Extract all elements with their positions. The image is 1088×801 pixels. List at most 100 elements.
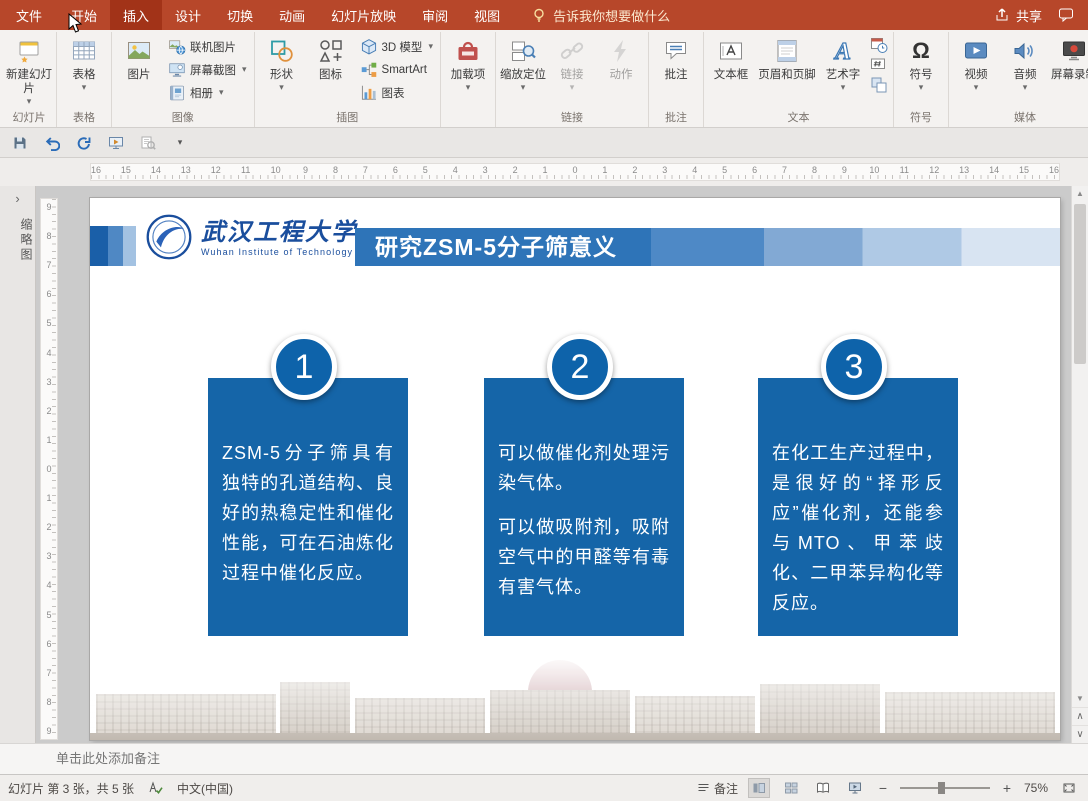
3d-models-button[interactable]: 3D 模型 ▾: [356, 35, 437, 58]
shapes-button[interactable]: 形状 ▾: [258, 33, 306, 109]
smartart-button[interactable]: SmartArt: [356, 58, 437, 81]
comments-icon[interactable]: [1058, 7, 1074, 23]
ruler-number: 5: [46, 609, 52, 620]
share-button[interactable]: 共享: [994, 6, 1042, 25]
table-icon: [71, 36, 97, 66]
notes-toggle-button[interactable]: 备注: [697, 780, 738, 797]
date-time-button[interactable]: [868, 35, 890, 55]
ruler-number: 7: [782, 165, 788, 175]
next-slide-button[interactable]: ∨: [1072, 725, 1088, 743]
card-paragraph: 可以做吸附剂，吸附空气中的甲醛等有毒有害气体。: [498, 517, 670, 597]
expand-thumbnails-chevron-icon[interactable]: ›: [0, 191, 35, 206]
slide-canvas[interactable]: 武汉工程大学 Wuhan Institute of Technology 研究Z…: [90, 198, 1060, 740]
ruler-number: 4: [46, 580, 52, 591]
tab-view[interactable]: 视图: [461, 0, 513, 30]
zoom-slider[interactable]: [899, 782, 990, 794]
step-circle-1[interactable]: 1: [271, 334, 337, 400]
tab-animations[interactable]: 动画: [266, 0, 318, 30]
video-icon: [963, 36, 989, 66]
online-pictures-button[interactable]: 联机图片: [164, 35, 251, 58]
date-time-icon: [870, 38, 888, 53]
header-footer-button[interactable]: 页眉和页脚: [756, 33, 818, 109]
addins-button[interactable]: 加载项 ▾: [444, 33, 492, 109]
slide-number-button[interactable]: [868, 55, 890, 75]
undo-button[interactable]: [42, 133, 62, 153]
link-button[interactable]: 链接 ▾: [548, 33, 596, 109]
slide-counter[interactable]: 幻灯片 第 3 张，共 5 张: [8, 780, 134, 797]
wordart-button[interactable]: A 艺术字 ▾: [819, 33, 867, 109]
table-button[interactable]: 表格 ▾: [60, 33, 108, 109]
redo-button[interactable]: [74, 133, 94, 153]
horizontal-ruler-numbers: 16 15 14 13 12 11 10 9 8 7 6 5 4 3 2 1 0 1 2 3 4 5 6 7 8 9 10 11 12 1…: [90, 165, 1060, 175]
spellcheck-icon[interactable]: [148, 781, 163, 795]
dropdown-caret-icon: ▾: [918, 82, 924, 92]
text-box-button[interactable]: 文本框: [707, 33, 755, 109]
photo-album-button[interactable]: 相册 ▾: [164, 81, 251, 104]
ruler-number: 13: [180, 165, 191, 175]
zoom-in-button[interactable]: +: [1000, 780, 1014, 796]
save-button[interactable]: [10, 133, 30, 153]
tab-file[interactable]: 文件: [0, 0, 58, 30]
scrollbar-thumb[interactable]: [1074, 204, 1086, 364]
group-name-tables: 表格: [73, 112, 95, 124]
qat-dropdown-caret[interactable]: ▾: [170, 133, 190, 153]
screenshot-label: 屏幕截图: [190, 64, 236, 77]
ruler-number: 1: [602, 165, 608, 175]
audio-icon: [1012, 36, 1038, 66]
content-card-3[interactable]: 在化工生产过程中，是很好的“择形反应”催化剂，还能参与MTO、甲苯歧化、二甲苯异…: [758, 378, 958, 636]
mouse-cursor: [68, 13, 83, 33]
fit-slide-button[interactable]: [1058, 778, 1080, 798]
slide-sorter-view-button[interactable]: [780, 778, 802, 798]
zoom-links-button[interactable]: 缩放定位 ▾: [499, 33, 547, 109]
slide-title-banner[interactable]: 研究ZSM-5分子筛意义: [355, 228, 1060, 266]
tab-design[interactable]: 设计: [162, 0, 214, 30]
step-circle-3[interactable]: 3: [821, 334, 887, 400]
ruler-number: 0: [572, 165, 578, 175]
vertical-scrollbar[interactable]: ▲ ▼ ∧ ∨: [1071, 186, 1088, 743]
tell-me-search[interactable]: 告诉我你想要做什么: [531, 0, 670, 30]
tab-insert[interactable]: 插入: [110, 0, 163, 30]
chart-icon: [361, 85, 376, 100]
vertical-ruler-numbers: 9 8 7 6 5 4 3 2 1 0 1 2 3 4 5 6 7 8 9: [41, 199, 57, 739]
print-preview-button[interactable]: [138, 133, 158, 153]
university-logo[interactable]: 武汉工程大学 Wuhan Institute of Technology: [146, 214, 357, 260]
previous-slide-button[interactable]: ∧: [1072, 707, 1088, 725]
video-button[interactable]: 视频 ▾: [952, 33, 1000, 109]
zoom-percentage[interactable]: 75%: [1024, 781, 1048, 795]
normal-view-button[interactable]: [747, 778, 770, 798]
zoom-slider-thumb[interactable]: [937, 782, 945, 794]
pictures-button[interactable]: 图片: [115, 33, 163, 109]
action-button[interactable]: 动作: [597, 33, 645, 109]
ruler-number: 10: [869, 165, 880, 175]
slideshow-view-button[interactable]: [844, 778, 866, 798]
icons-button[interactable]: 图标: [307, 33, 355, 109]
ribbon-group-symbols: Ω 符号 ▾ 符号: [894, 32, 949, 127]
notes-area[interactable]: 单击此处添加备注: [0, 743, 1088, 774]
language-indicator[interactable]: 中文(中国): [177, 780, 233, 797]
ribbon-group-addins: 加载项 ▾: [441, 32, 496, 127]
screen-recording-button[interactable]: 屏幕录制: [1050, 33, 1088, 109]
screen-recording-label: 屏幕录制: [1050, 69, 1088, 81]
reading-view-button[interactable]: [812, 778, 834, 798]
tab-slideshow[interactable]: 幻灯片放映: [318, 0, 409, 30]
scroll-down-arrow-icon[interactable]: ▼: [1072, 691, 1088, 707]
start-slideshow-button[interactable]: [106, 133, 126, 153]
reading-view-icon: [816, 782, 829, 793]
group-name-text: 文本: [787, 112, 810, 124]
new-slide-button[interactable]: 新建幻灯片 ▾: [5, 33, 53, 109]
tab-transitions[interactable]: 切换: [214, 0, 266, 30]
object-button[interactable]: [868, 75, 890, 95]
tab-review[interactable]: 审阅: [409, 0, 461, 30]
thumbnails-panel-collapsed[interactable]: › 缩略图: [0, 186, 36, 743]
new-comment-button[interactable]: 批注: [652, 33, 700, 109]
scroll-up-arrow-icon[interactable]: ▲: [1072, 186, 1088, 202]
symbol-button[interactable]: Ω 符号 ▾: [897, 33, 945, 109]
ruler-number: 2: [632, 165, 638, 175]
chart-button[interactable]: 图表: [356, 81, 437, 104]
content-card-1[interactable]: ZSM-5分子筛具有独特的孔道结构、良好的热稳定性和催化性能，可在石油炼化过程中…: [208, 378, 408, 636]
content-card-2[interactable]: 可以做催化剂处理污染气体。 可以做吸附剂，吸附空气中的甲醛等有毒有害气体。: [484, 378, 684, 636]
audio-button[interactable]: 音频 ▾: [1001, 33, 1049, 109]
screenshot-button[interactable]: 屏幕截图 ▾: [164, 58, 251, 81]
step-circle-2[interactable]: 2: [547, 334, 613, 400]
zoom-out-button[interactable]: −: [876, 780, 890, 796]
